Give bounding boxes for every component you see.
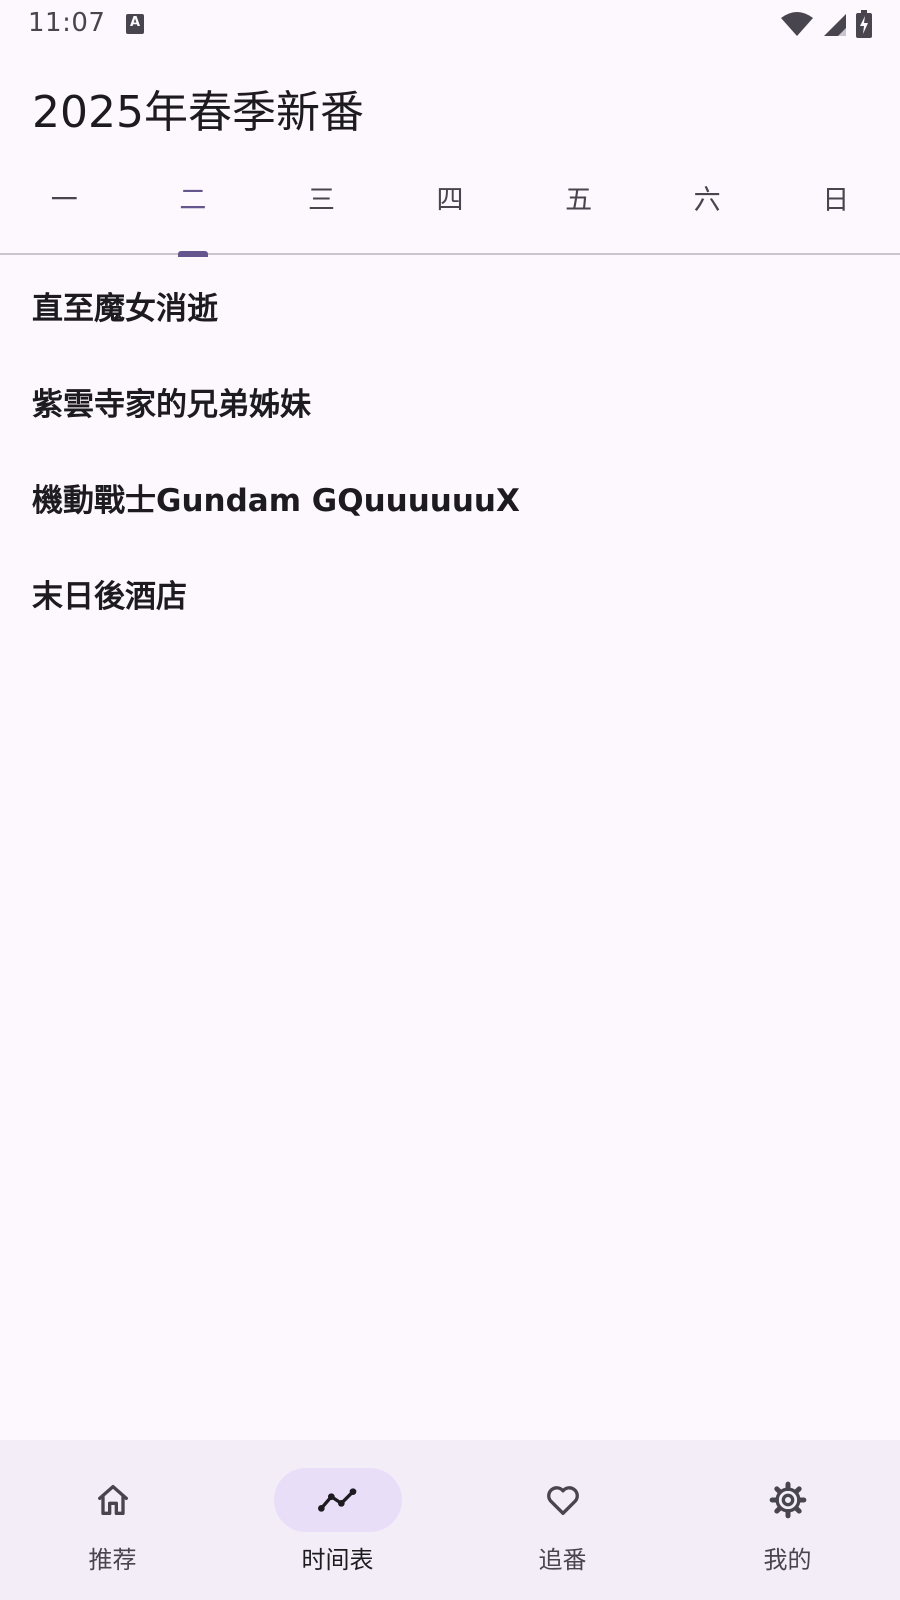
weekday-tabs: 一 二 三 四 五 六 日 [0, 160, 900, 257]
status-bar: 11:07 A [0, 0, 900, 52]
tab-label: 日 [822, 185, 850, 216]
signal-icon [824, 14, 846, 36]
tab-label: 四 [436, 185, 464, 216]
anime-list: 直至魔女消逝 紫雲寺家的兄弟姊妹 機動戰士Gundam GQuuuuuuX 末日… [0, 257, 900, 641]
wifi-icon [781, 12, 813, 36]
nav-pill [49, 1468, 177, 1532]
tab-label: 一 [50, 185, 78, 216]
timeline-icon [317, 1488, 356, 1512]
tab-label: 三 [307, 185, 335, 216]
nav-label: 推荐 [88, 1546, 137, 1574]
tab-monday[interactable]: 一 [0, 160, 129, 255]
app-screen: 11:07 A 2025年春季新番 一 二 三 四 五 六 日 直至魔女消逝 紫… [0, 0, 900, 1600]
tab-wednesday[interactable]: 三 [257, 160, 386, 255]
page-title: 2025年春季新番 [32, 87, 364, 138]
tab-saturday[interactable]: 六 [643, 160, 772, 255]
nav-label: 时间表 [301, 1546, 374, 1574]
nav-item-profile[interactable]: 我的 [675, 1440, 900, 1600]
a-icon: A [126, 14, 144, 34]
tab-thursday[interactable]: 四 [386, 160, 515, 255]
status-time: 11:07 [28, 8, 106, 38]
nav-item-schedule[interactable]: 时间表 [225, 1440, 450, 1600]
list-item[interactable]: 機動戰士Gundam GQuuuuuuX [0, 449, 900, 545]
list-item[interactable]: 末日後酒店 [0, 545, 900, 641]
list-item[interactable]: 紫雲寺家的兄弟姊妹 [0, 353, 900, 449]
heart-icon [546, 1486, 579, 1515]
tab-tuesday[interactable]: 二 [129, 160, 258, 257]
bottom-navigation: 推荐 时间表 追番 我的 [0, 1440, 900, 1600]
battery-icon [856, 10, 872, 38]
tab-label: 五 [565, 185, 593, 216]
gear-icon [769, 1481, 806, 1519]
nav-label: 追番 [538, 1546, 587, 1574]
nav-label: 我的 [763, 1546, 812, 1574]
nav-pill [724, 1468, 852, 1532]
list-item[interactable]: 直至魔女消逝 [0, 257, 900, 353]
status-icons [780, 10, 872, 38]
home-icon [97, 1485, 128, 1515]
nav-pill [273, 1468, 402, 1532]
tab-friday[interactable]: 五 [514, 160, 643, 255]
nav-pill [499, 1468, 627, 1532]
nav-item-following[interactable]: 追番 [450, 1440, 675, 1600]
tab-sunday[interactable]: 日 [771, 160, 900, 255]
tab-label: 二 [179, 185, 207, 216]
nav-item-recommend[interactable]: 推荐 [0, 1440, 225, 1600]
tab-label: 六 [693, 185, 721, 216]
